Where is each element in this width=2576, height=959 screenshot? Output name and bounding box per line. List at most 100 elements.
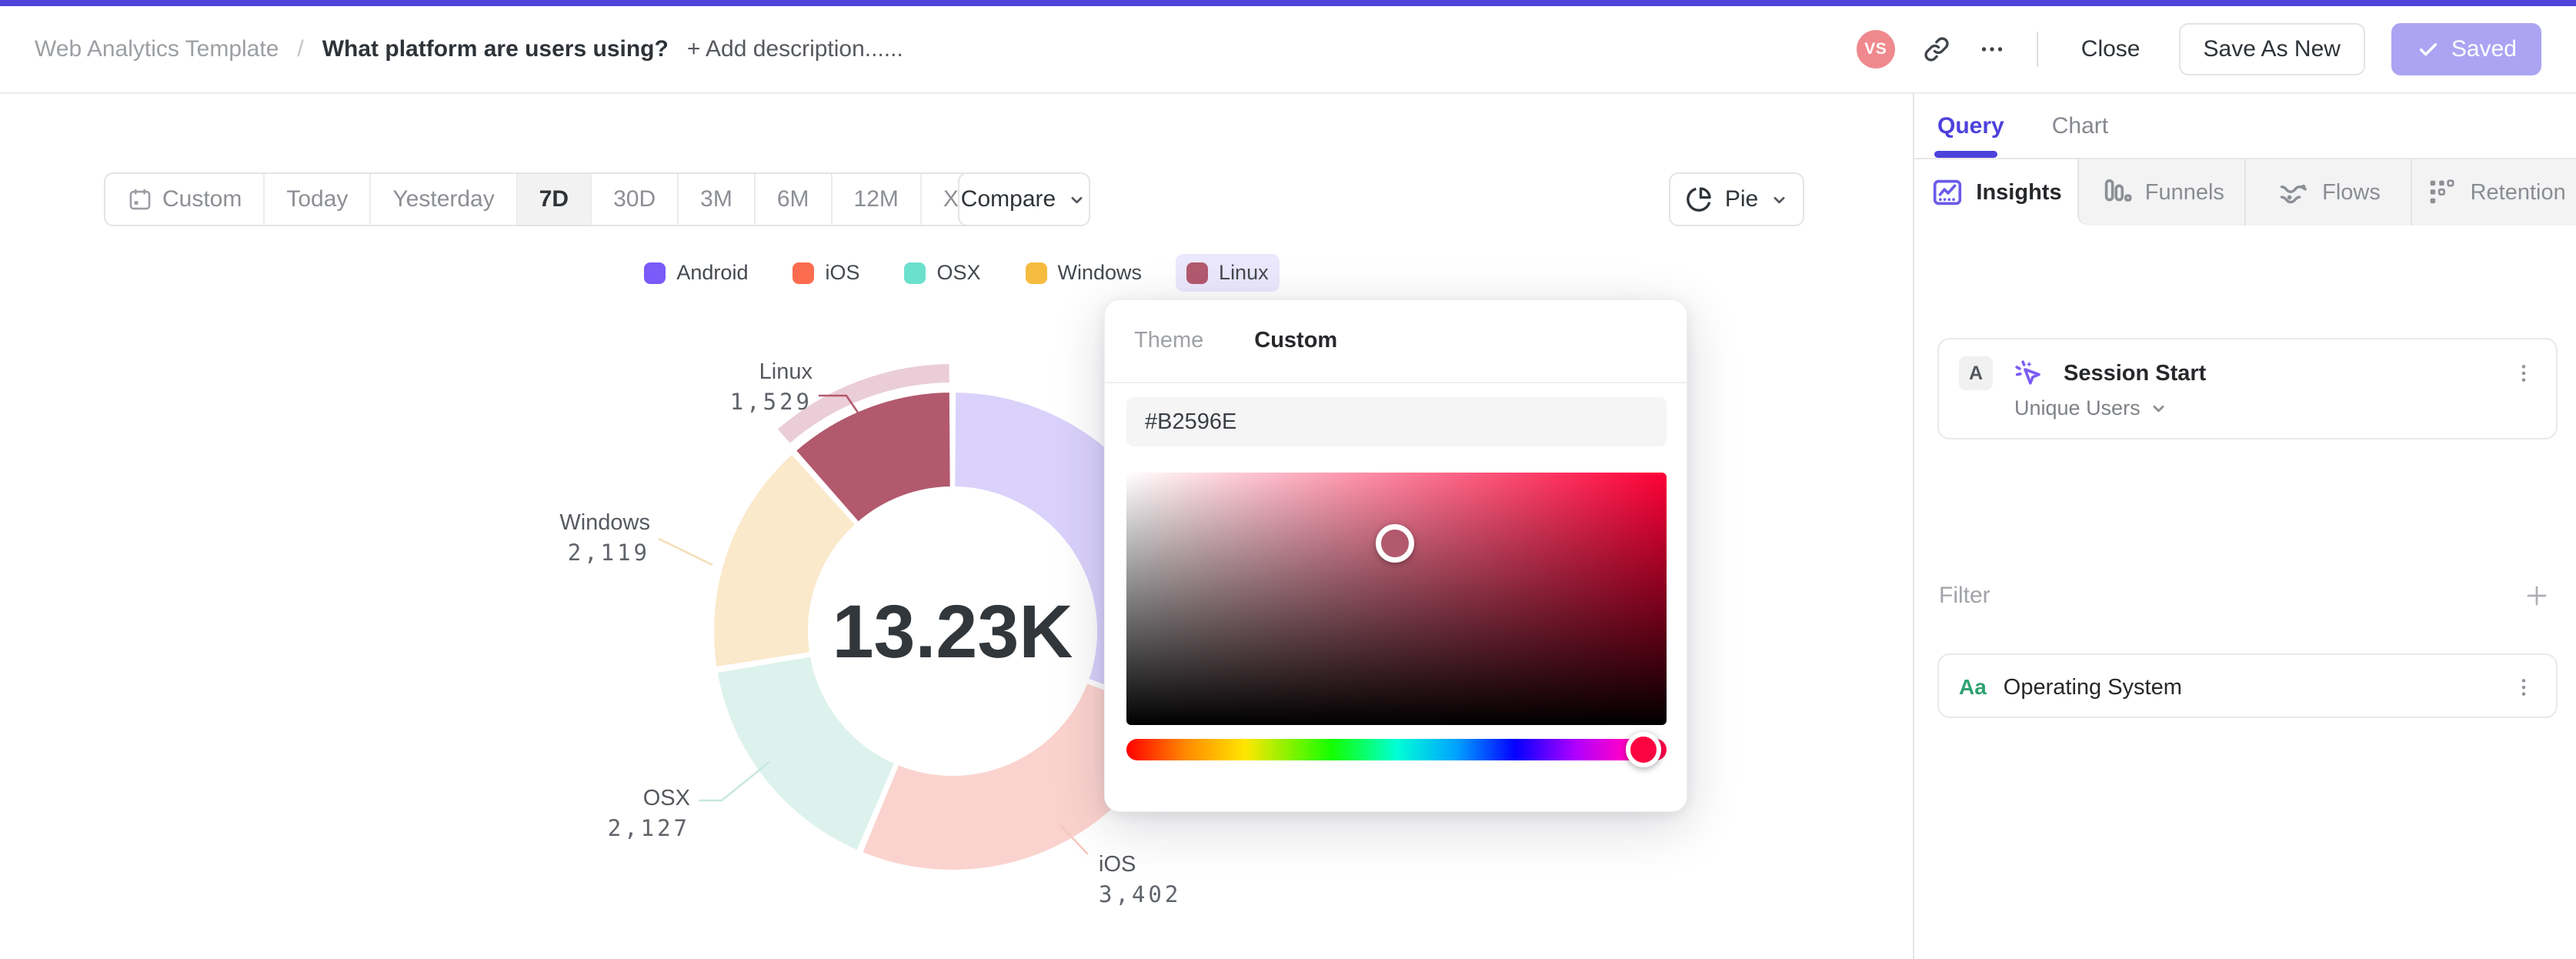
compare-button[interactable]: Compare (958, 172, 1090, 226)
legend-swatch (644, 262, 666, 284)
view-tab-flows[interactable]: Flows (2244, 159, 2411, 226)
range-custom[interactable]: Custom (105, 174, 265, 225)
range-yesterday[interactable]: Yesterday (371, 174, 518, 225)
flows-icon (2276, 175, 2311, 210)
legend-item-android[interactable]: Android (633, 254, 759, 292)
legend-item-linux[interactable]: Linux (1176, 254, 1280, 292)
label-leader-line (658, 537, 713, 566)
kebab-menu-icon[interactable] (2511, 675, 2536, 700)
legend-item-osx[interactable]: OSX (893, 254, 991, 292)
string-property-icon: Aa (1959, 675, 1987, 699)
chart-type-button[interactable]: Pie (1669, 172, 1804, 226)
slice-label-name: Windows (559, 510, 650, 535)
color-picker-popup: Theme Custom (1104, 299, 1687, 812)
tab-query[interactable]: Query (1937, 113, 2004, 139)
pie-slice-osx[interactable] (714, 653, 898, 854)
slice-label-value: 1,529 (730, 389, 813, 415)
breadcrumb-separator: / (297, 36, 304, 62)
legend-label: Linux (1219, 261, 1269, 284)
legend-swatch (904, 262, 926, 284)
legend-label: iOS (825, 261, 860, 284)
range-30d[interactable]: 30D (592, 174, 679, 225)
filter-heading: Filter (1939, 583, 1990, 608)
kebab-menu-icon[interactable] (2511, 361, 2536, 386)
saved-button[interactable]: Saved (2391, 23, 2541, 75)
chart-type-label: Pie (1724, 186, 1759, 212)
query-sidebar: Query Chart Insights Funnels Flows Retentio… (1913, 94, 2576, 959)
saturation-value-handle[interactable] (1375, 523, 1414, 563)
donut-total-label: 13.23K (833, 590, 1073, 673)
legend-label: Windows (1057, 261, 1143, 284)
breakdown-card[interactable]: Aa Operating System (1937, 653, 2558, 718)
sidebar-tabs: Query Chart (1937, 94, 2108, 159)
range-label: 6M (776, 186, 809, 212)
range-3m[interactable]: 3M (679, 174, 756, 225)
view-tab-label: Retention (2470, 179, 2566, 205)
avatar[interactable]: VS (1856, 30, 1895, 68)
breakdown-label: Operating System (2003, 674, 2182, 700)
legend-label: OSX (936, 261, 981, 284)
range-label: Today (286, 186, 349, 212)
chevron-down-icon (2148, 398, 2169, 419)
breakdown-row: Aa Operating System (1939, 655, 2556, 720)
pie-chart-icon (1683, 184, 1714, 215)
view-tab-label: Flows (2322, 179, 2381, 205)
header-divider (2036, 32, 2038, 67)
date-range-picker: CustomTodayYesterday7D30D3M6M12MXTD (104, 172, 1043, 226)
tab-theme[interactable]: Theme (1134, 328, 1203, 353)
legend-item-windows[interactable]: Windows (1015, 254, 1153, 292)
range-7d[interactable]: 7D (517, 174, 592, 225)
metric-card[interactable]: A Session Start Unique Users (1937, 338, 2558, 439)
insights-icon (1930, 175, 1965, 210)
legend-swatch (792, 262, 815, 284)
tab-custom[interactable]: Custom (1254, 328, 1337, 353)
range-label: 12M (853, 186, 899, 212)
range-today[interactable]: Today (265, 174, 372, 225)
filter-section-header: Filter (1939, 581, 2551, 610)
more-options-icon[interactable] (1978, 35, 2006, 63)
metric-row: A Session Start (1939, 339, 2556, 392)
slice-label-value: 2,127 (608, 815, 690, 841)
inactive-view-tabs: Funnels Flows Retention (2077, 159, 2576, 226)
share-link-icon[interactable] (1921, 34, 1952, 65)
view-tab-insights[interactable]: Insights (1914, 159, 2077, 226)
hue-slider-handle[interactable] (1625, 732, 1661, 767)
view-tab-retention[interactable]: Retention (2411, 159, 2576, 226)
range-label: 7D (539, 186, 569, 212)
add-filter-icon[interactable] (2522, 581, 2551, 610)
tab-chart[interactable]: Chart (2052, 113, 2108, 139)
slice-label-value: 3,402 (1099, 881, 1181, 907)
legend-swatch (1025, 262, 1047, 284)
view-tab-label: Funnels (2144, 179, 2224, 205)
close-button[interactable]: Close (2069, 23, 2153, 75)
popup-divider (1105, 382, 1687, 383)
view-tab-label: Insights (1976, 179, 2062, 205)
legend-item-ios[interactable]: iOS (782, 254, 870, 292)
breadcrumb: Web Analytics Template / What platform a… (35, 6, 903, 92)
add-description-button[interactable]: + Add description...... (687, 36, 903, 62)
breadcrumb-root[interactable]: Web Analytics Template (35, 36, 279, 62)
active-tab-underline (1934, 151, 1997, 158)
saturation-value-area[interactable] (1126, 473, 1667, 725)
range-label: 3M (700, 186, 732, 212)
range-12m[interactable]: 12M (833, 174, 922, 225)
header: Web Analytics Template / What platform a… (0, 6, 2576, 94)
range-label: 30D (613, 186, 656, 212)
view-tab-funnels[interactable]: Funnels (2079, 159, 2244, 226)
chart-legend: Android iOS OSX Windows Linux (0, 254, 1913, 292)
page-title[interactable]: What platform are users using? (322, 36, 669, 62)
retention-icon (2424, 175, 2460, 210)
calendar-icon (127, 186, 153, 212)
legend-swatch (1186, 262, 1209, 284)
series-badge: A (1959, 356, 1993, 390)
color-picker-tabs: Theme Custom (1134, 328, 1337, 353)
save-as-new-button[interactable]: Save As New (2178, 23, 2365, 75)
hex-color-input[interactable] (1126, 397, 1667, 446)
hue-slider[interactable] (1126, 732, 1667, 767)
aggregation-dropdown[interactable]: Unique Users (1939, 396, 2556, 420)
slice-label-name: iOS (1099, 852, 1136, 877)
slice-label-value: 2,119 (568, 540, 650, 566)
saved-button-label: Saved (2451, 36, 2517, 62)
range-6m[interactable]: 6M (756, 174, 833, 225)
compare-label: Compare (960, 186, 1056, 212)
